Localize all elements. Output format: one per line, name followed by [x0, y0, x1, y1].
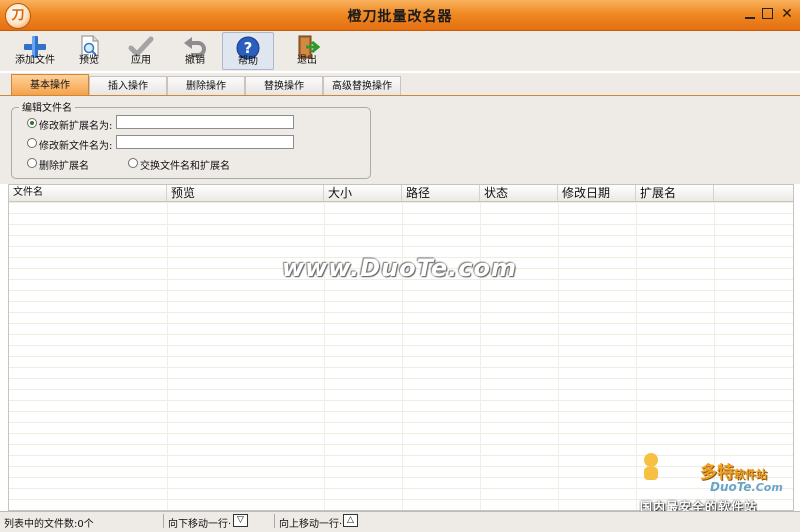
site-text: DuoTe	[710, 480, 752, 494]
status-divider	[163, 514, 164, 528]
move-down-label: 向下移动一行·	[168, 519, 232, 530]
label-delete-extension: 删除扩展名	[39, 161, 89, 172]
mascot-icon	[644, 453, 658, 480]
column-header-path[interactable]: 路径	[402, 185, 480, 201]
column-header-filename[interactable]: 文件名	[9, 185, 167, 201]
exit-label: 退出	[297, 55, 317, 66]
label-swap-name-extension: 交换文件名和扩展名	[140, 161, 230, 172]
move-down-button[interactable]: ▽	[233, 514, 248, 527]
column-header-modified-date[interactable]: 修改日期	[558, 185, 636, 201]
add-file-button[interactable]: 添加文件	[13, 32, 57, 70]
minimize-button[interactable]	[742, 6, 758, 22]
move-up-label: 向上移动一行·	[279, 519, 343, 530]
radio-delete-extension[interactable]	[27, 158, 37, 168]
column-divider	[480, 202, 481, 510]
label-new-filename: 修改新文件名为:	[39, 141, 113, 152]
column-header-size[interactable]: 大小	[324, 185, 402, 201]
corner-site-logo: 多特软件站 DuoTe.Com 国内最安全的软件站	[635, 450, 795, 516]
close-icon: ✕	[781, 6, 793, 22]
close-button[interactable]: ✕	[779, 6, 795, 22]
tab-replace[interactable]: 替换操作	[245, 76, 323, 95]
minimize-icon	[745, 17, 755, 19]
column-divider	[402, 202, 403, 510]
svg-text:?: ?	[244, 39, 253, 57]
tab-insert[interactable]: 插入操作	[89, 76, 167, 95]
column-header-extension[interactable]: 扩展名	[636, 185, 714, 201]
toolbar: 添加文件 预览 应用 撤销 ? 帮助 退出	[0, 31, 800, 71]
radio-new-filename[interactable]	[27, 138, 37, 148]
tab-delete[interactable]: 删除操作	[167, 76, 245, 95]
status-bar: 列表中的文件数:0个 向下移动一行· ▽ 向上移动一行· △	[0, 511, 800, 532]
preview-label: 预览	[79, 55, 99, 66]
title-bar: 刀 橙刀批量改名器 ✕	[0, 0, 800, 31]
tab-advanced-replace[interactable]: 高级替换操作	[323, 76, 401, 95]
new-extension-input[interactable]	[116, 115, 294, 129]
column-header-preview[interactable]: 预览	[167, 185, 324, 201]
label-new-extension: 修改新扩展名为:	[39, 121, 113, 132]
column-divider	[558, 202, 559, 510]
undo-label: 撤销	[185, 55, 205, 66]
preview-button[interactable]: 预览	[72, 32, 106, 70]
maximize-icon	[761, 8, 773, 19]
site-suffix: .Com	[751, 481, 783, 494]
column-divider	[167, 202, 168, 510]
file-count-text: 列表中的文件数:0个	[4, 519, 94, 530]
new-filename-input[interactable]	[116, 135, 294, 149]
radio-swap-name-extension[interactable]	[128, 158, 138, 168]
file-list-header: 文件名 预览 大小 路径 状态 修改日期 扩展名	[9, 185, 793, 202]
window-title: 橙刀批量改名器	[347, 9, 453, 25]
help-label: 帮助	[238, 56, 258, 67]
tab-bar: 基本操作 插入操作 删除操作 替换操作 高级替换操作	[0, 73, 800, 95]
column-header-status[interactable]: 状态	[480, 185, 558, 201]
options-panel: 编辑文件名 修改新扩展名为: 修改新文件名为: 删除扩展名 交换文件名和扩展名	[0, 95, 800, 184]
watermark-text: www.DuoTe.com	[282, 254, 517, 282]
move-up-button[interactable]: △	[343, 514, 358, 527]
column-divider	[324, 202, 325, 510]
undo-button[interactable]: 撤销	[178, 32, 212, 70]
exit-button[interactable]: 退出	[290, 32, 324, 70]
status-divider	[274, 514, 275, 528]
add-file-label: 添加文件	[15, 55, 55, 66]
apply-label: 应用	[131, 55, 151, 66]
apply-button[interactable]: 应用	[124, 32, 158, 70]
site-name: DuoTe.Com	[710, 480, 783, 494]
tab-basic[interactable]: 基本操作	[11, 74, 89, 95]
group-title: 编辑文件名	[19, 99, 75, 114]
maximize-button[interactable]	[759, 6, 775, 22]
help-button[interactable]: ? 帮助	[222, 32, 274, 70]
radio-new-extension[interactable]	[27, 118, 37, 128]
